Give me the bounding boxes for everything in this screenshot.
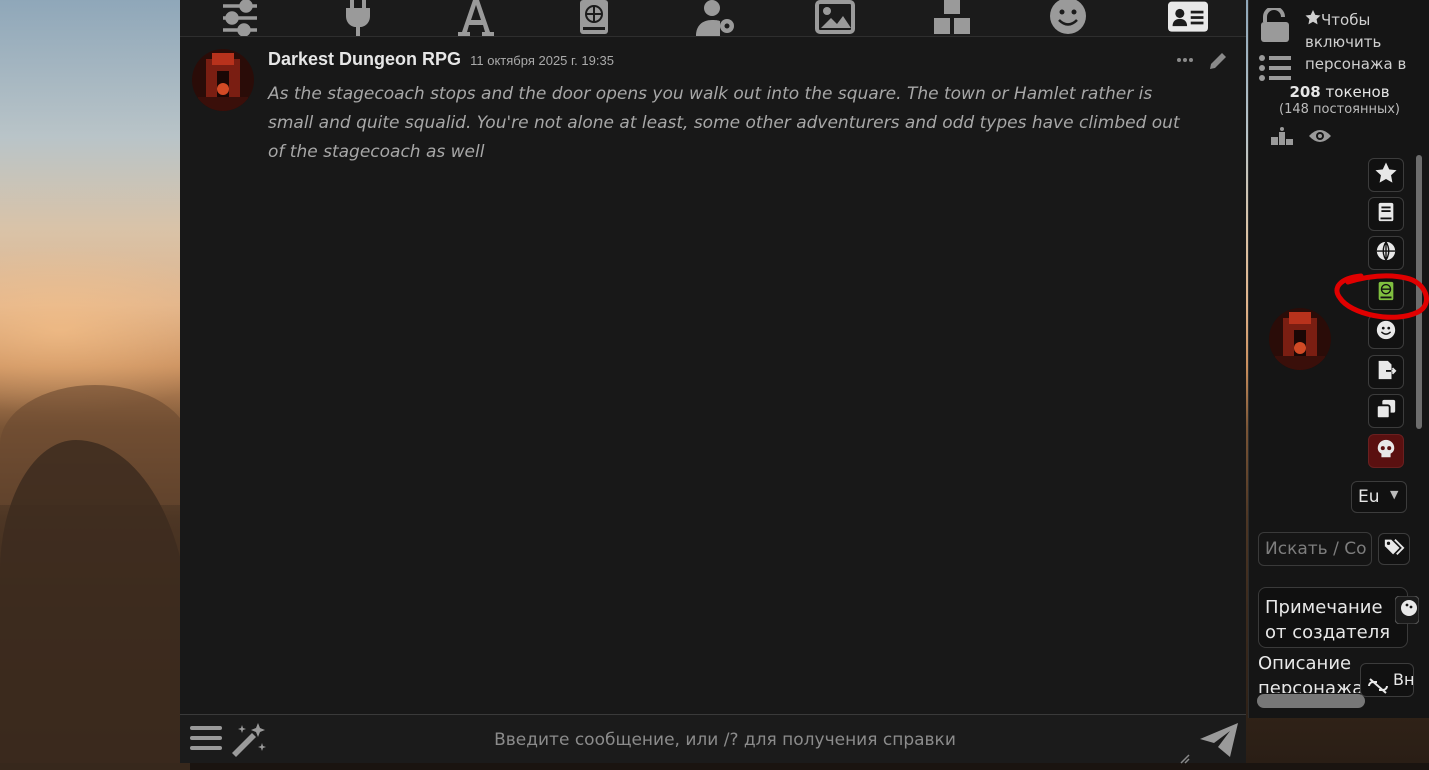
star-icon <box>1305 10 1321 29</box>
horizontal-scrollbar[interactable] <box>1257 694 1365 708</box>
message-timestamp: 11 октября 2025 г. 19:35 <box>470 53 614 68</box>
image-icon[interactable] <box>813 0 857 36</box>
message-author: Darkest Dungeon RPG <box>268 49 462 69</box>
palette-icon[interactable] <box>1394 595 1420 631</box>
tags-button[interactable] <box>1378 533 1410 565</box>
red-annotation-circle <box>1334 273 1429 320</box>
character-avatar[interactable] <box>1269 308 1331 370</box>
creator-note-label: Примечание от создателя <box>1265 597 1391 643</box>
lock-icon[interactable] <box>1259 6 1291 46</box>
token-count: 208 токенов <box>1249 83 1429 101</box>
globe-icon <box>1375 240 1397 266</box>
ellipsis-icon[interactable] <box>1176 51 1194 75</box>
menu-icon[interactable] <box>190 723 222 757</box>
message-input[interactable] <box>280 723 1170 757</box>
caret-down-icon: ▼ <box>1390 488 1399 501</box>
book-atlas-icon[interactable] <box>572 0 616 36</box>
clone-icon <box>1375 398 1397 424</box>
top-toolbar <box>180 0 1246 37</box>
magic-wand-icon[interactable] <box>228 721 268 761</box>
language-select[interactable]: Eu ▼ <box>1351 481 1407 513</box>
message-tools <box>1176 51 1228 75</box>
smile-icon[interactable] <box>1046 0 1090 36</box>
star-icon <box>1375 162 1397 188</box>
advanced-definitions-button[interactable] <box>1368 197 1404 231</box>
tag-search-input[interactable] <box>1258 532 1372 566</box>
avatar[interactable] <box>192 49 254 111</box>
link-slash-icon <box>1367 678 1389 696</box>
creator-note-box[interactable]: Примечание от создателя <box>1258 587 1420 648</box>
book-icon <box>1375 201 1397 227</box>
pencil-icon[interactable] <box>1208 51 1228 75</box>
chat-area: Darkest Dungeon RPG 11 октября 2025 г. 1… <box>180 37 1246 714</box>
favorite-button[interactable] <box>1368 158 1404 192</box>
language-select-value: Eu <box>1358 487 1380 507</box>
description-toggle-button[interactable]: Вн <box>1360 663 1414 697</box>
description-toggle-label: Вн <box>1393 670 1414 689</box>
font-icon[interactable] <box>454 0 498 36</box>
file-export-icon <box>1375 359 1397 385</box>
description-label: Описание персонажа <box>1258 653 1364 693</box>
duplicate-button[interactable] <box>1368 394 1404 428</box>
list-icon[interactable] <box>1259 54 1291 86</box>
plug-icon[interactable] <box>336 0 380 36</box>
favorite-hint: Чтобы включить персонажа в <box>1305 9 1425 75</box>
user-gear-icon[interactable] <box>694 0 738 36</box>
character-panel: Чтобы включить персонажа в 208 токенов (… <box>1248 0 1429 718</box>
eye-icon[interactable] <box>1309 128 1331 148</box>
chat-message: Darkest Dungeon RPG 11 октября 2025 г. 1… <box>180 37 1246 167</box>
world-info-button[interactable] <box>1368 236 1404 270</box>
token-count-value: 208 <box>1289 83 1321 101</box>
tags-icon <box>1383 536 1405 562</box>
send-icon[interactable] <box>1200 721 1240 763</box>
ranking-star-icon[interactable] <box>1271 127 1293 149</box>
skull-icon <box>1375 438 1397 464</box>
input-bar <box>180 714 1246 764</box>
export-button[interactable] <box>1368 355 1404 389</box>
favorite-hint-text: Чтобы включить персонажа в <box>1305 11 1407 73</box>
address-card-icon[interactable] <box>1166 0 1210 36</box>
delete-button[interactable] <box>1368 434 1404 468</box>
permanent-tokens: (148 постоянных) <box>1279 102 1400 117</box>
resize-handle-icon[interactable] <box>1180 749 1190 768</box>
message-text: As the stagecoach stops and the door ope… <box>268 84 1180 162</box>
sliders-icon[interactable] <box>218 0 262 36</box>
cubes-icon[interactable] <box>930 0 974 36</box>
token-count-label: токенов <box>1325 83 1390 101</box>
